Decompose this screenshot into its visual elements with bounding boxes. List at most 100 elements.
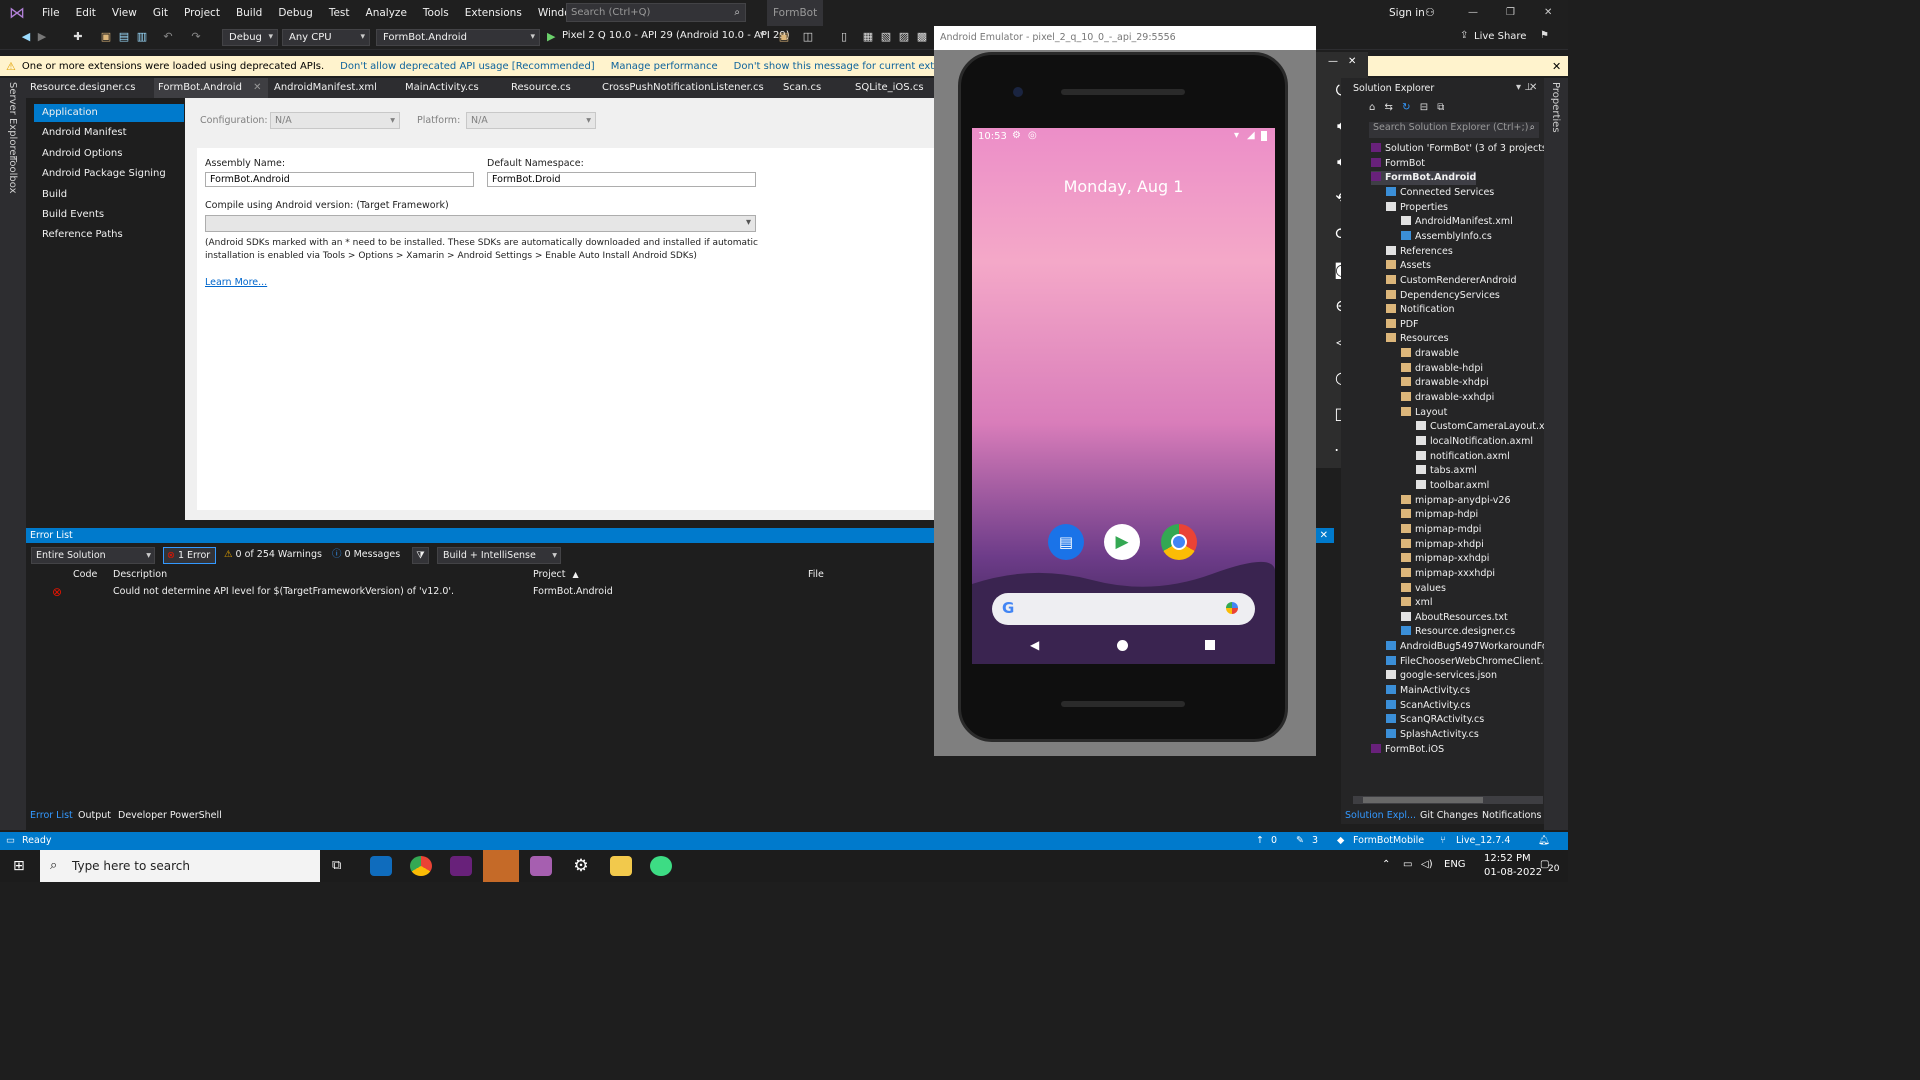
taskbar-search[interactable]: ⌕ Type here to search <box>40 850 320 882</box>
errors-filter-button[interactable]: ⊗ 1 Error <box>163 547 216 564</box>
platform-select[interactable]: N/A ▾ <box>466 112 596 129</box>
screenshot-icon[interactable]: ◫ <box>802 31 814 43</box>
column-file[interactable]: File <box>808 568 824 582</box>
warnings-filter-button[interactable]: ⚠ 0 of 254 Warnings <box>224 547 322 564</box>
clock-time[interactable]: 12:52 PM <box>1484 853 1531 864</box>
solution-tree-item[interactable]: mipmap-hdpi <box>1401 508 1478 522</box>
feedback-icon[interactable]: ⚑ <box>1540 30 1549 41</box>
tab-crosspush[interactable]: CrossPushNotificationListener.cs <box>598 78 768 98</box>
tab-mainactivity[interactable]: MainActivity.cs <box>401 78 483 98</box>
solution-tree-item[interactable]: Connected Services <box>1386 186 1494 200</box>
task-view-icon[interactable]: ⧉ <box>332 858 341 873</box>
nav-build[interactable]: Build <box>34 186 184 204</box>
solution-tree-item[interactable]: FormBot.iOS <box>1371 743 1444 757</box>
google-search-bar[interactable]: G <box>992 593 1255 625</box>
push-icon[interactable]: ↑ <box>1256 832 1264 850</box>
menu-view[interactable]: View <box>104 0 145 26</box>
nav-recents-icon[interactable] <box>1205 640 1215 650</box>
messages-app-icon[interactable]: ▤ <box>1048 524 1084 560</box>
visual-studio-app-icon[interactable] <box>450 856 472 876</box>
solution-tree-item[interactable]: FormBot <box>1371 157 1425 171</box>
configuration-select[interactable]: N/A ▾ <box>270 112 400 129</box>
solution-tree-item[interactable]: localNotification.axml <box>1416 435 1533 449</box>
solution-tree-item[interactable]: drawable-xxhdpi <box>1401 391 1494 405</box>
push-count[interactable]: 0 <box>1271 832 1277 850</box>
emulator-close-button[interactable]: ✕ <box>1348 56 1356 67</box>
live-share-icon[interactable]: ⇪ <box>1460 30 1468 41</box>
solution-tree-item[interactable]: Resources <box>1386 332 1449 346</box>
nav-build-events[interactable]: Build Events <box>34 206 184 224</box>
folder-icon[interactable]: ▣ <box>778 31 790 43</box>
language[interactable]: ENG <box>1444 859 1466 870</box>
tab-resource-cs[interactable]: Resource.cs <box>507 78 575 98</box>
solution-tree-item[interactable]: CustomCameraLayout.xm <box>1416 420 1554 434</box>
menu-git[interactable]: Git <box>145 0 176 26</box>
nav-android-manifest[interactable]: Android Manifest <box>34 124 184 142</box>
edits-count[interactable]: 3 <box>1312 832 1318 850</box>
nav-application[interactable]: Application <box>34 104 184 122</box>
collapse-all-icon[interactable]: ⊟ <box>1420 102 1428 113</box>
menu-analyze[interactable]: Analyze <box>358 0 415 26</box>
menu-edit[interactable]: Edit <box>68 0 104 26</box>
solution-tree-item[interactable]: FileChooserWebChromeClient.cs <box>1386 655 1554 669</box>
compile-version-select[interactable]: ▾ <box>205 215 756 232</box>
close-error-list-icon[interactable]: ✕ <box>1320 528 1328 543</box>
windows-start-icon[interactable]: ⊞ <box>13 858 25 874</box>
column-description[interactable]: Description <box>113 568 167 582</box>
scrollbar-thumb[interactable] <box>1363 797 1483 803</box>
nav-back-icon[interactable]: ◀ <box>1030 638 1039 652</box>
startup-project-dropdown[interactable]: FormBot.Android <box>376 29 540 46</box>
nav-home-icon[interactable] <box>1117 640 1128 651</box>
filter-icon[interactable]: ⧩ <box>412 547 429 564</box>
solution-tree-item[interactable]: drawable-hdpi <box>1401 362 1483 376</box>
solution-tree-item[interactable]: mipmap-anydpi-v26 <box>1401 494 1511 508</box>
menu-test[interactable]: Test <box>321 0 358 26</box>
search-box[interactable]: Search (Ctrl+Q) ⌕ <box>566 3 746 22</box>
pencil-icon[interactable]: ✎ <box>1296 832 1304 850</box>
menu-extensions[interactable]: Extensions <box>457 0 530 26</box>
solution-tree-item[interactable]: AndroidBug5497WorkaroundForX <box>1386 640 1558 654</box>
assembly-name-input[interactable]: FormBot.Android <box>205 172 474 187</box>
solution-tree-item[interactable]: Solution 'FormBot' (3 of 3 projects) <box>1371 142 1551 156</box>
refresh-icon[interactable]: ↻ <box>1402 102 1410 113</box>
toolbox-tab[interactable]: Toolbox <box>7 156 18 194</box>
solution-tree-item[interactable]: SplashActivity.cs <box>1386 728 1479 742</box>
solution-tree-item[interactable]: values <box>1401 582 1446 596</box>
branch-icon[interactable]: ⑂ <box>1440 832 1446 850</box>
solution-tree-item[interactable]: ScanActivity.cs <box>1386 699 1470 713</box>
layout2-icon[interactable]: ▧ <box>880 31 892 43</box>
solution-search-input[interactable]: Search Solution Explorer (Ctrl+;) ⌕ <box>1369 122 1539 138</box>
developer-powershell-tab[interactable]: Developer PowerShell <box>118 810 222 821</box>
solution-tree-item[interactable]: xml <box>1401 596 1433 610</box>
default-namespace-input[interactable]: FormBot.Droid <box>487 172 756 187</box>
save-all-icon[interactable]: ▥ <box>136 31 148 43</box>
column-code[interactable]: Code <box>73 568 97 582</box>
notifications-tab[interactable]: Notifications <box>1482 810 1541 821</box>
solution-tree-item[interactable]: google-services.json <box>1386 669 1497 683</box>
solution-tree-item[interactable]: Notification <box>1386 303 1455 317</box>
restore-button[interactable]: ❐ <box>1506 0 1515 26</box>
git-changes-tab[interactable]: Git Changes <box>1420 810 1478 821</box>
new-item-icon[interactable]: ✚ <box>72 31 84 43</box>
undo-icon[interactable]: ↶ <box>162 31 174 43</box>
redo-icon[interactable]: ↷ <box>190 31 202 43</box>
minimize-button[interactable]: — <box>1468 0 1478 26</box>
platform-dropdown[interactable]: Any CPU <box>282 29 370 46</box>
solution-tree-item[interactable]: Assets <box>1386 259 1431 273</box>
sourcetree-app-icon[interactable] <box>483 850 519 882</box>
assistant-icon[interactable] <box>1226 602 1238 614</box>
run-target-button[interactable]: Pixel 2 Q 10.0 - API 29 (Android 10.0 - … <box>562 30 790 41</box>
save-icon[interactable]: ▤ <box>118 31 130 43</box>
solution-tree-item[interactable]: drawable <box>1401 347 1459 361</box>
tab-sqlite-ios[interactable]: SQLite_iOS.cs <box>851 78 928 98</box>
properties-tab[interactable]: Properties <box>1550 82 1561 133</box>
close-infobar-icon[interactable]: ✕ <box>1552 60 1561 73</box>
open-icon[interactable]: ▣ <box>100 31 112 43</box>
tab-scan[interactable]: Scan.cs <box>779 78 825 98</box>
manage-performance-link[interactable]: Manage performance <box>611 61 718 72</box>
branch-name[interactable]: Live_12.7.4 <box>1456 832 1510 850</box>
repo-name[interactable]: FormBotMobile <box>1353 832 1424 850</box>
layout-icon[interactable]: ▦ <box>862 31 874 43</box>
tab-formbot-android[interactable]: FormBot.Android ✕ <box>154 78 268 98</box>
close-panel-icon[interactable]: ✕ <box>1529 82 1537 93</box>
